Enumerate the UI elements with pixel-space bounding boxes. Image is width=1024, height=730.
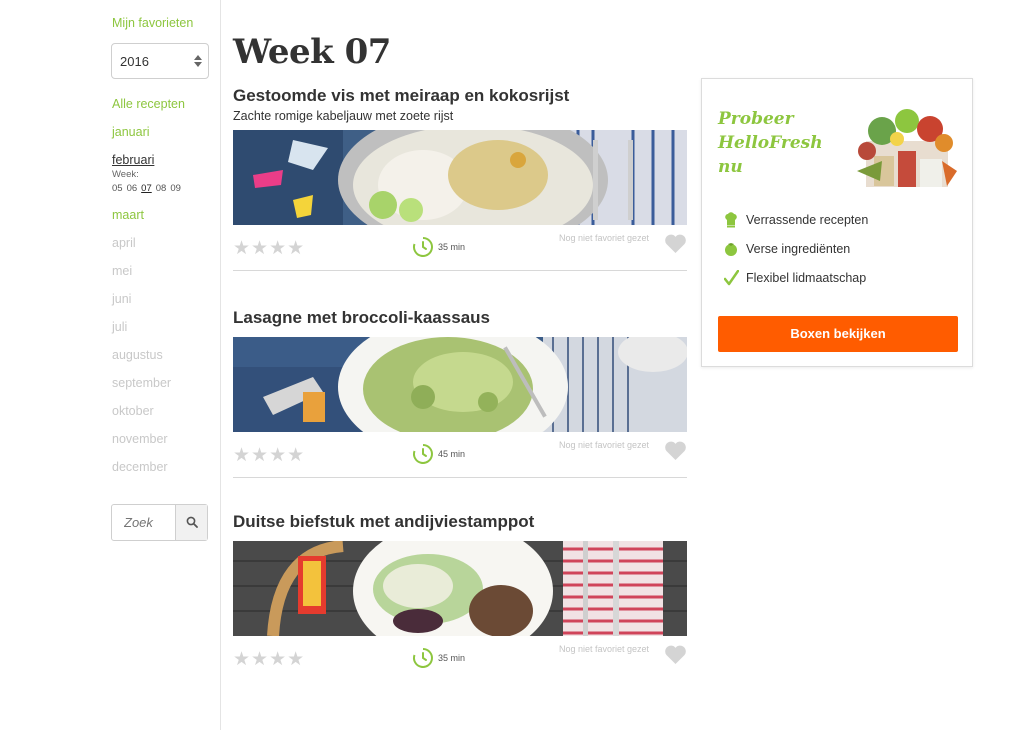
view-boxes-button[interactable]: Boxen bekijken: [718, 316, 958, 352]
cook-time: 35 min: [411, 646, 471, 670]
ingredients-box-image: [857, 109, 957, 187]
favorite-status: Nog niet favoriet gezet: [559, 233, 650, 243]
biefstuk-dish-image: [233, 541, 687, 636]
month-september: september: [112, 376, 172, 390]
month-oktober: oktober: [112, 404, 154, 418]
month-december: december: [112, 460, 168, 474]
feature-label: Verse ingrediënten: [746, 242, 851, 256]
feature-item: Verse ingrediënten: [724, 241, 868, 270]
promo-title-line: Probeer: [718, 109, 794, 129]
favorites-link[interactable]: Mijn favorieten: [112, 16, 193, 30]
year-value: 2016: [120, 54, 149, 69]
cook-time: 35 min: [411, 235, 471, 259]
favorite-status: Nog niet favoriet gezet: [559, 440, 650, 450]
rating-stars[interactable]: ★★★★: [233, 648, 305, 671]
clock-icon: [413, 237, 433, 257]
week-link-current[interactable]: 07: [141, 183, 152, 194]
feature-item: Flexibel lidmaatschap: [724, 270, 868, 299]
recipe-image[interactable]: [233, 541, 687, 636]
heart-icon[interactable]: [664, 644, 687, 665]
recipe-meta: ★★★★ 35 min Nog niet favoriet gezet: [233, 225, 687, 271]
tomato-icon: [725, 243, 737, 256]
recipe-meta: ★★★★ 45 min Nog niet favoriet gezet: [233, 432, 687, 478]
promo-title: Probeer HelloFresh nu: [718, 107, 823, 179]
recipe-title[interactable]: Gestoomde vis met meiraap en kokosrijst: [233, 86, 687, 106]
clock-icon: [413, 444, 433, 464]
cook-time-text: 35 min: [438, 653, 466, 663]
week-link[interactable]: 09: [170, 183, 181, 194]
week-link[interactable]: 05: [112, 183, 123, 194]
week-link[interactable]: 06: [127, 183, 138, 194]
month-januari[interactable]: januari: [112, 125, 212, 139]
lasagne-dish-image: [233, 337, 687, 432]
heart-icon[interactable]: [664, 233, 687, 254]
checkmark-icon: [724, 270, 739, 286]
chef-hat-icon: [725, 212, 737, 228]
recipe-image[interactable]: [233, 130, 687, 225]
month-maart[interactable]: maart: [112, 208, 212, 222]
cook-time-text: 35 min: [438, 242, 466, 252]
rating-stars[interactable]: ★★★★: [233, 237, 305, 260]
recipe-title[interactable]: Lasagne met broccoli-kaassaus: [233, 308, 687, 328]
cook-time: 45 min: [411, 442, 471, 466]
promo-title-line: nu: [718, 157, 743, 177]
sidebar: Mijn favorieten 2016 Alle recepten janua…: [0, 0, 221, 730]
promo-card: Probeer HelloFresh nu Verrassende recept…: [701, 78, 973, 367]
search-icon: [186, 516, 198, 528]
week-numbers: 05 06 07 08 09: [112, 183, 212, 194]
year-select[interactable]: 2016: [111, 43, 209, 79]
recipe-card[interactable]: Duitse biefstuk met andijviestamppot ★★★…: [233, 512, 687, 682]
week-label: Week:: [112, 169, 139, 180]
cook-time-text: 45 min: [438, 449, 466, 459]
search-input[interactable]: [112, 505, 176, 540]
search-box: [111, 504, 208, 541]
promo-features: Verrassende recepten Verse ingrediënten …: [724, 212, 868, 299]
recipe-meta: ★★★★ 35 min Nog niet favoriet gezet: [233, 636, 687, 682]
month-april: april: [112, 236, 136, 250]
month-februari[interactable]: februari: [112, 153, 212, 167]
week-link[interactable]: 08: [156, 183, 167, 194]
recipe-image[interactable]: [233, 337, 687, 432]
rating-stars[interactable]: ★★★★: [233, 444, 305, 467]
heart-icon[interactable]: [664, 440, 687, 461]
feature-label: Flexibel lidmaatschap: [746, 271, 867, 285]
recipe-card[interactable]: Gestoomde vis met meiraap en kokosrijst …: [233, 86, 687, 271]
month-augustus: augustus: [112, 348, 163, 362]
recipe-card[interactable]: Lasagne met broccoli-kaassaus ★★★★ 45 mi…: [233, 308, 687, 478]
fish-dish-image: [233, 130, 687, 225]
promo-title-line: HelloFresh: [718, 133, 823, 153]
month-mei: mei: [112, 264, 133, 278]
favorite-status: Nog niet favoriet gezet: [559, 644, 650, 654]
feature-item: Verrassende recepten: [724, 212, 868, 241]
month-juli: juli: [112, 320, 128, 334]
month-juni: juni: [112, 292, 132, 306]
select-arrows-icon: [194, 53, 202, 69]
recipe-subtitle: Zachte romige kabeljauw met zoete rijst: [233, 109, 454, 123]
all-recipes-link[interactable]: Alle recepten: [112, 97, 212, 111]
search-button[interactable]: [175, 505, 207, 540]
month-november: november: [112, 432, 168, 446]
recipe-title[interactable]: Duitse biefstuk met andijviestamppot: [233, 512, 687, 532]
feature-label: Verrassende recepten: [746, 213, 869, 227]
page-title: Week 07: [233, 32, 391, 72]
month-list: Alle recepten januari februari Week: 05 0…: [112, 97, 212, 488]
clock-icon: [413, 648, 433, 668]
